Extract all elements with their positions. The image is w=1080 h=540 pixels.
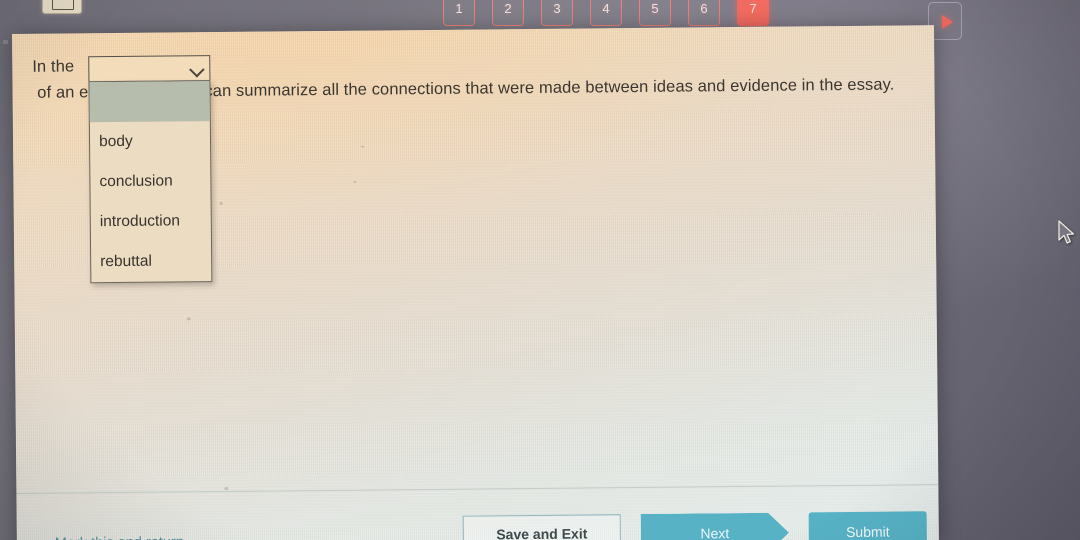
question-number-3[interactable]: 3 [541, 0, 573, 26]
screen-speck [353, 180, 357, 183]
screen-speck [186, 317, 191, 321]
next-button[interactable]: Next [641, 513, 789, 540]
question-number-6[interactable]: 6 [688, 0, 720, 26]
footer-bar: Mark this and return Save and Exit Next … [16, 484, 939, 540]
quiz-page: In the of an essay, the writer can summa… [12, 25, 939, 540]
dropdown-option-body[interactable]: body [90, 121, 210, 162]
submit-button[interactable]: Submit [808, 511, 928, 540]
mark-and-return-link[interactable]: Mark this and return [55, 534, 184, 540]
dropdown-select-box[interactable] [88, 55, 211, 83]
answer-dropdown[interactable]: body conclusion introduction rebuttal [88, 55, 213, 284]
play-icon [942, 15, 953, 29]
question-number-4[interactable]: 4 [590, 0, 622, 26]
chevron-down-icon [189, 61, 205, 78]
question-number-2[interactable]: 2 [492, 0, 524, 26]
screen-photo: 1 2 3 4 5 6 7 In the of an essay, the wr… [0, 0, 1080, 540]
screen-speck [361, 145, 365, 148]
dropdown-option-blank[interactable] [89, 81, 210, 123]
question-number-nav: 1 2 3 4 5 6 7 [443, 0, 769, 26]
edge-marker [3, 40, 8, 44]
save-and-exit-button[interactable]: Save and Exit [462, 514, 622, 540]
question-number-5[interactable]: 5 [639, 0, 671, 26]
dropdown-option-introduction[interactable]: introduction [91, 201, 211, 242]
screen-speck [219, 201, 223, 206]
question-number-1[interactable]: 1 [443, 0, 475, 26]
dropdown-option-list[interactable]: body conclusion introduction rebuttal [88, 80, 213, 284]
footer-button-group: Save and Exit Next Submit [462, 511, 928, 540]
question-number-7[interactable]: 7 [737, 0, 769, 26]
mouse-pointer-icon [1058, 220, 1075, 244]
dropdown-option-conclusion[interactable]: conclusion [90, 161, 210, 202]
window-button[interactable] [42, 0, 82, 14]
dropdown-option-rebuttal[interactable]: rebuttal [91, 241, 211, 282]
question-text-before: In the [32, 57, 75, 76]
screen-speck [224, 486, 229, 490]
